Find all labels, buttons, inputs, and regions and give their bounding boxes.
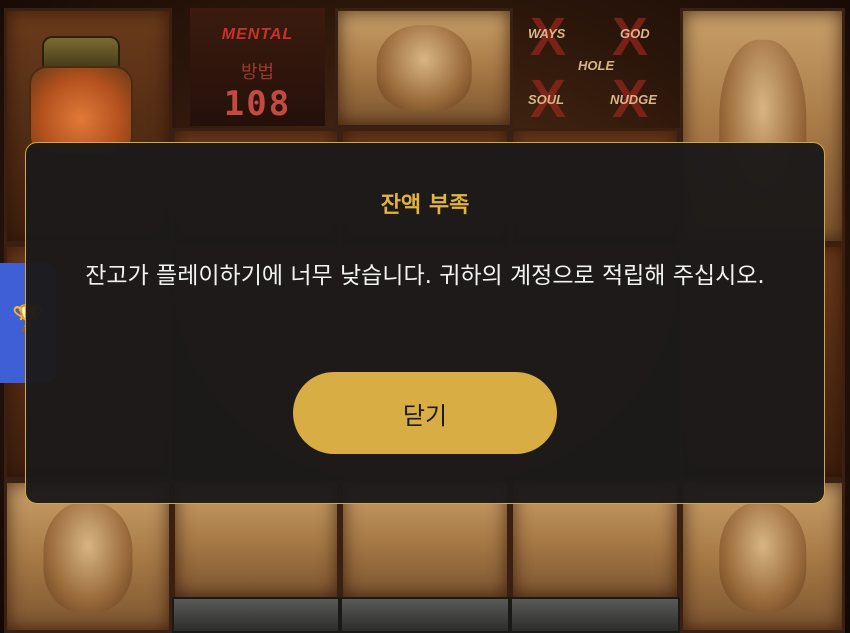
mode-ways: WAYS <box>528 26 566 41</box>
mental-logo-title: MENTAL <box>221 26 294 43</box>
reel-cell-girl-portrait <box>335 8 513 128</box>
dialog-title: 잔액 부족 <box>380 193 470 218</box>
close-button[interactable]: 닫기 <box>293 372 557 454</box>
iron-bar-panel <box>510 597 680 633</box>
mode-god: GOD <box>620 26 650 41</box>
insufficient-balance-dialog: 잔액 부족 잔고가 플레이하기에 너무 낮습니다. 귀하의 계정으로 적립해 주… <box>25 142 825 504</box>
dialog-message: 잔고가 플레이하기에 너무 낮습니다. 귀하의 계정으로 적립해 주십시오. <box>85 263 765 289</box>
skull-symbol <box>718 501 807 612</box>
mode-nudge: NUDGE <box>610 92 657 107</box>
method-count: 108 <box>223 84 292 124</box>
game-modes-panel: X X X X WAYS GOD HOLE SOUL NUDGE <box>520 6 670 129</box>
mental-logo-panel: MENTAL 방법 108 <box>190 8 325 126</box>
iron-bar-panel <box>340 597 510 633</box>
crying-girl-symbol <box>43 501 133 612</box>
girl-portrait-symbol <box>376 25 472 111</box>
iron-bar-panel <box>172 597 340 633</box>
method-label: 방법 <box>240 62 275 83</box>
mode-soul: SOUL <box>528 92 565 107</box>
mode-hole: HOLE <box>578 58 615 73</box>
